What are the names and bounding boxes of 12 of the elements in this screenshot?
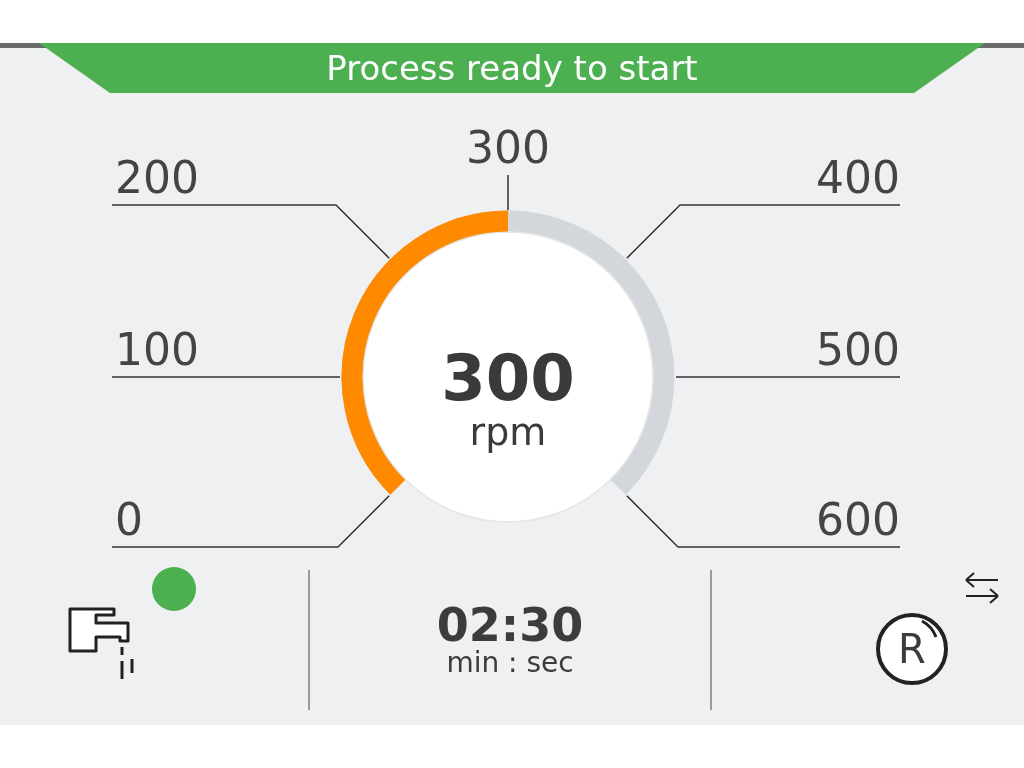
scale-label: 100 <box>115 324 199 375</box>
mode-letter: R <box>898 629 926 669</box>
scale-label: 300 <box>466 122 550 173</box>
scale-label: 0 <box>115 494 143 545</box>
timer-unit: min : sec <box>446 647 574 679</box>
scale-label: 200 <box>115 152 199 203</box>
scale-label: 500 <box>816 324 900 375</box>
scale-label: 600 <box>816 494 900 545</box>
status-banner: Process ready to start <box>39 43 985 93</box>
leader-line <box>507 174 509 211</box>
scale-label: 400 <box>816 152 900 203</box>
timer-value: 02:30 <box>436 601 584 648</box>
